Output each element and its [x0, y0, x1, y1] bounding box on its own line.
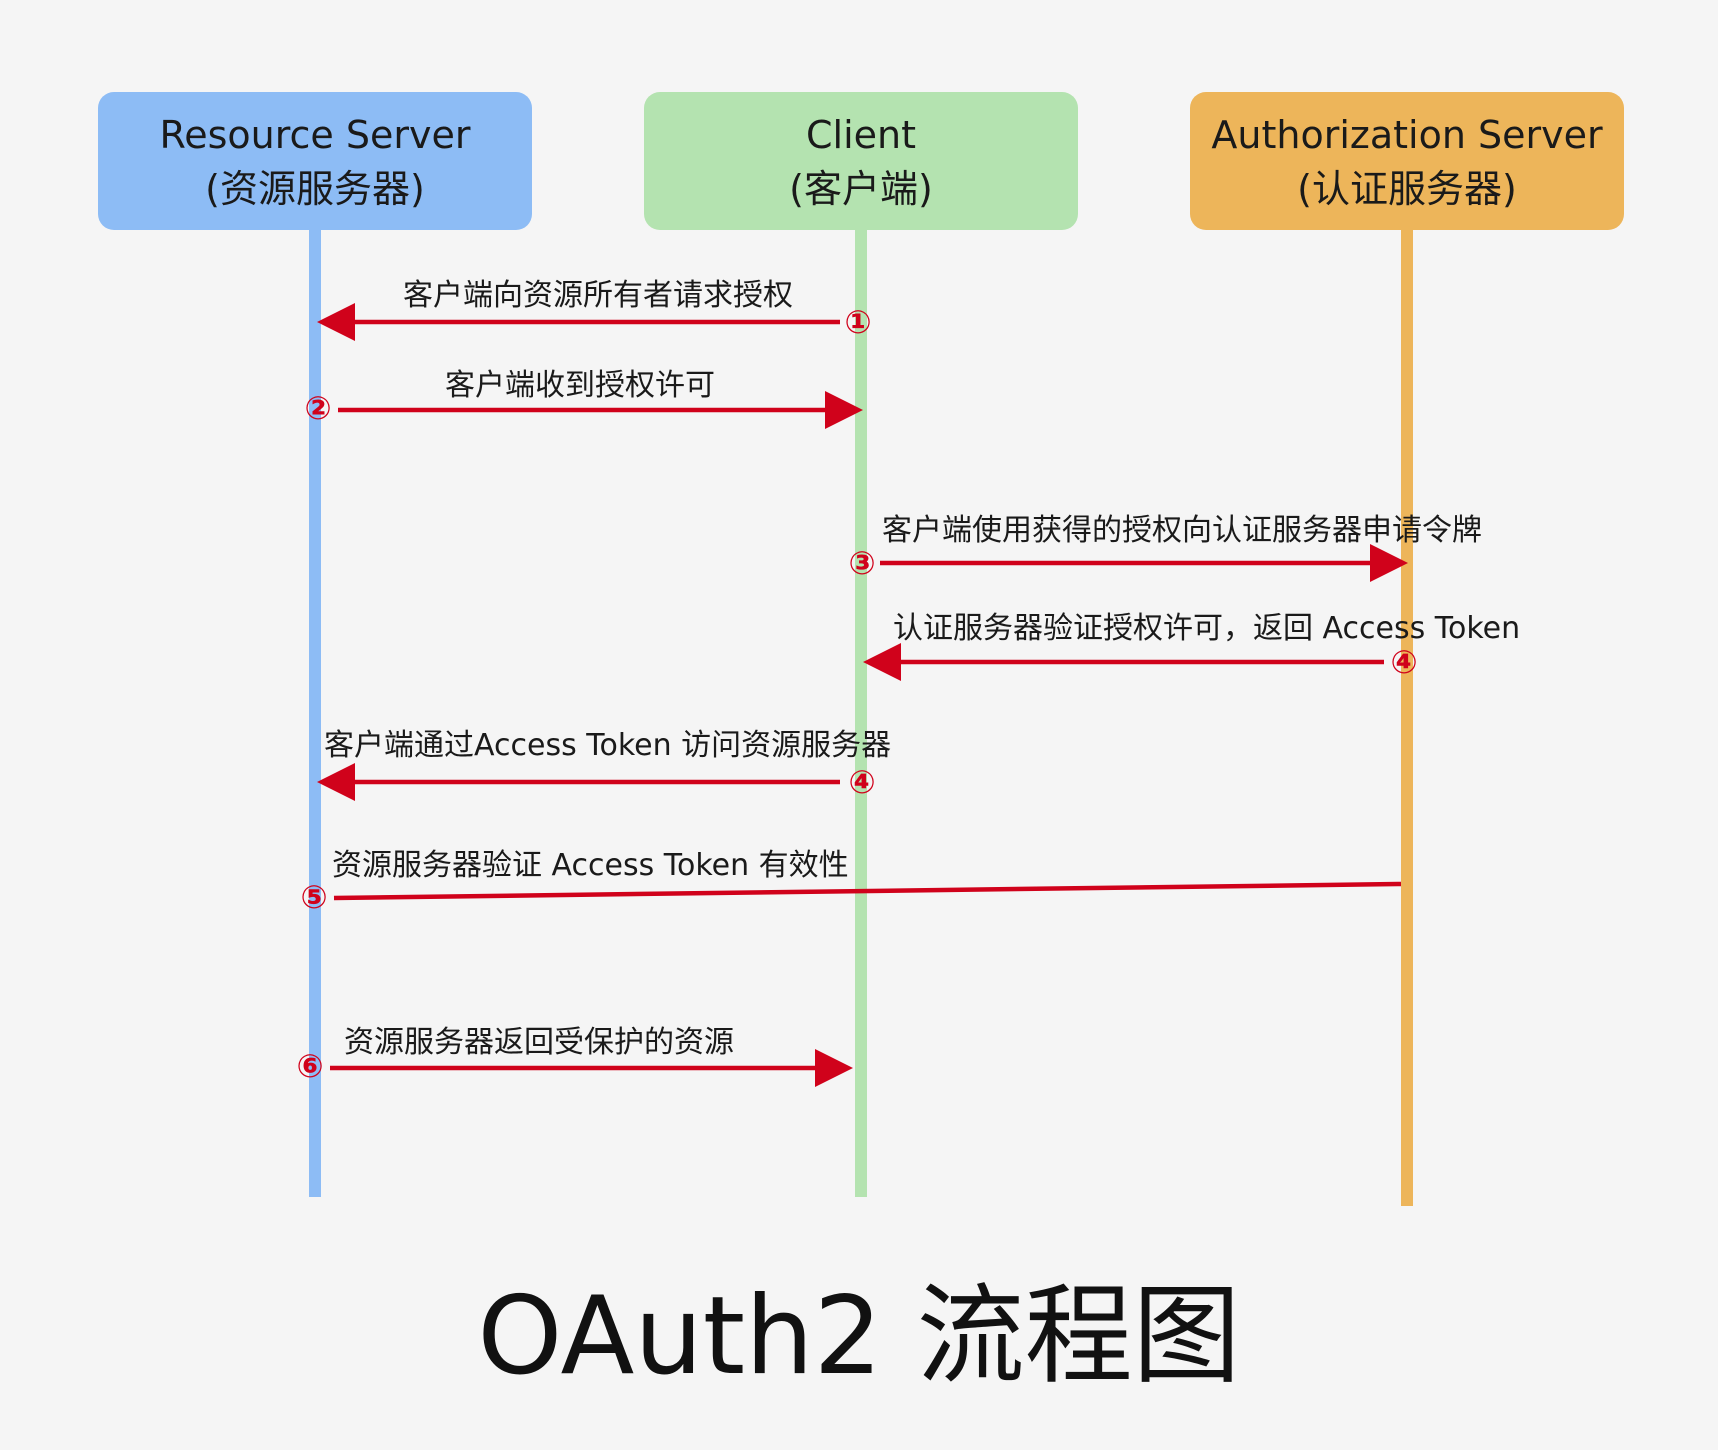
lifeline-client: [855, 230, 867, 1197]
actor-subtitle-resource: (资源服务器): [205, 167, 425, 211]
message-label: 资源服务器返回受保护的资源: [344, 1025, 734, 1060]
message-step-number: ④: [1390, 643, 1417, 681]
message-step-number: ④: [848, 763, 875, 801]
actor-subtitle-auth: (认证服务器): [1297, 167, 1517, 211]
messages: 客户端向资源所有者请求授权 ① 客户端收到授权许可 ② 客户端使用获得的授权向认证服务器…: [296, 278, 1520, 1087]
actors: Resource Server (资源服务器) Client (客户端) Authori…: [98, 92, 1624, 230]
actor-subtitle-client: (客户端): [789, 167, 933, 211]
sequence-diagram-canvas: Resource Server (资源服务器) Client (客户端) Authori…: [98, 92, 1624, 1399]
message-label: 客户端使用获得的授权向认证服务器申请令牌: [882, 513, 1482, 548]
message-label: 资源服务器验证 Access Token 有效性: [332, 848, 849, 883]
message-label: 认证服务器验证授权许可，返回 Access Token: [893, 611, 1520, 646]
message-step-number: ③: [848, 544, 875, 582]
actor-name-auth: Authorization Server: [1211, 113, 1603, 157]
message-arrow-line: [333, 881, 1402, 901]
message-step-number: ⑤: [300, 878, 327, 916]
message-step-number: ①: [844, 303, 871, 341]
message-label: 客户端向资源所有者请求授权: [403, 278, 793, 313]
message-label: 客户端通过Access Token 访问资源服务器: [324, 728, 891, 763]
message-arrowhead: [815, 1049, 853, 1087]
oauth2-flow-diagram: Resource Server (资源服务器) Client (客户端) Authori…: [0, 0, 1718, 1450]
message-label: 客户端收到授权许可: [445, 368, 715, 403]
actor-name-resource: Resource Server: [160, 113, 471, 157]
message-step-number: ②: [304, 389, 331, 427]
message-step-number: ⑥: [296, 1047, 323, 1085]
message-arrowhead: [317, 303, 355, 341]
lifeline-auth: [1401, 230, 1413, 1206]
message-arrowhead: [317, 763, 355, 801]
diagram-title: OAuth2 流程图: [477, 1274, 1240, 1399]
message-arrowhead: [863, 643, 901, 681]
actor-name-client: Client: [806, 113, 916, 157]
